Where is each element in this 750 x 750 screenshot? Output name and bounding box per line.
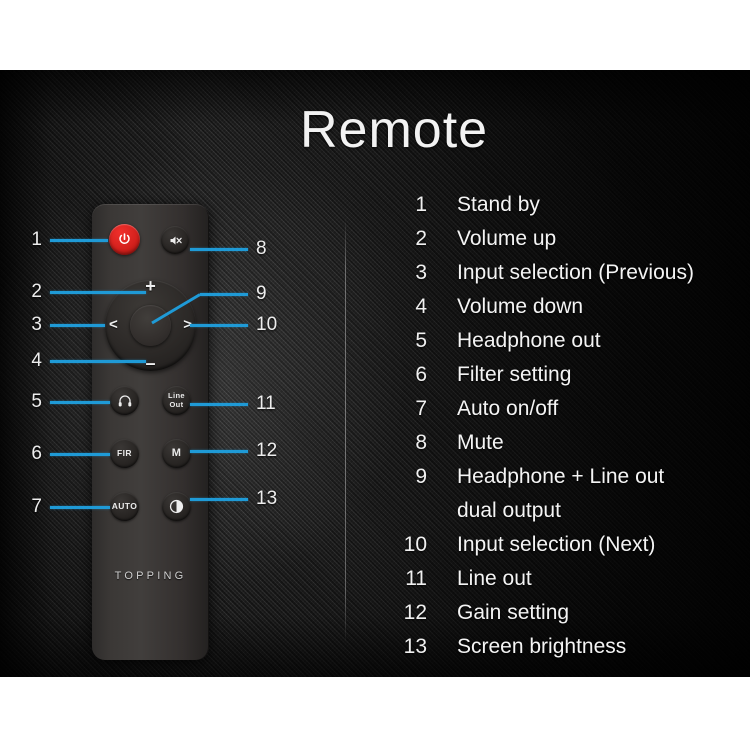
legend-label: Screen brightness [457, 635, 627, 658]
legend-number: 9 [415, 465, 427, 488]
brand-logo: TOPPING [114, 570, 187, 582]
headphone-button[interactable] [110, 386, 139, 415]
legend-item: 13 Screen brightness [385, 635, 745, 669]
line-out-label-out: Out [169, 399, 184, 409]
callout-line-11 [190, 403, 248, 406]
callout-line-7 [50, 506, 110, 509]
callout-line-10 [190, 324, 248, 327]
auto-button[interactable]: AUTO [110, 492, 139, 521]
legend-label: Headphone out [457, 329, 601, 352]
gain-label: M [171, 447, 182, 459]
callout-number-5: 5 [31, 391, 42, 412]
legend-number: 4 [415, 295, 427, 318]
callout-line-12 [190, 450, 248, 453]
filter-label: FIR [117, 448, 132, 458]
remote-control-body: + – < > Line Out FIR M AUTO TOPPING [92, 204, 209, 660]
callout-number-9: 9 [256, 283, 267, 304]
legend-label: Mute [457, 431, 504, 454]
legend-item-continuation: dual output [385, 499, 745, 533]
legend-label: Filter setting [457, 363, 572, 386]
legend-number: 8 [415, 431, 427, 454]
legend-list: 1 Stand by 2 Volume up 3 Input selection… [385, 193, 745, 669]
gain-button[interactable]: M [162, 439, 191, 468]
legend-item: 8 Mute [385, 431, 745, 465]
callout-line-1 [50, 239, 108, 242]
legend-number: 12 [403, 601, 427, 624]
dpad-center-button[interactable] [130, 305, 171, 346]
callout-number-6: 6 [31, 443, 42, 464]
legend-label: Input selection (Previous) [457, 261, 694, 284]
legend-number: 13 [403, 635, 427, 658]
callout-number-2: 2 [31, 281, 42, 302]
legend-item: 2 Volume up [385, 227, 745, 261]
vertical-divider [345, 218, 346, 643]
legend-label: dual output [457, 499, 561, 522]
callout-line-4 [50, 360, 146, 363]
legend-number: 10 [403, 533, 427, 556]
callout-line-6 [50, 453, 110, 456]
callout-line-2 [50, 291, 146, 294]
callout-number-4: 4 [31, 350, 42, 371]
brightness-button[interactable] [162, 492, 191, 521]
callout-number-8: 8 [256, 238, 267, 259]
legend-item: 6 Filter setting [385, 363, 745, 397]
legend-label: Line out [457, 567, 532, 590]
legend-number: 6 [415, 363, 427, 386]
power-button[interactable] [109, 224, 140, 255]
mute-button[interactable] [161, 226, 189, 254]
line-out-button[interactable]: Line Out [162, 386, 191, 415]
legend-number: 7 [415, 397, 427, 420]
legend-label: Headphone + Line out [457, 465, 665, 488]
legend-item: 5 Headphone out [385, 329, 745, 363]
legend-label: Gain setting [457, 601, 570, 624]
input-prev-label: < [109, 316, 118, 333]
legend-label: Auto on/off [457, 397, 559, 420]
headphone-icon [118, 394, 131, 406]
callout-line-8 [190, 248, 248, 251]
callout-line-13 [190, 498, 248, 501]
filter-button[interactable]: FIR [110, 439, 139, 468]
screenshot-root: Remote + – < > Line Out FIR M AUTO TOPPI… [0, 0, 750, 750]
callout-line-3 [50, 324, 105, 327]
callout-number-1: 1 [31, 229, 42, 250]
callout-number-7: 7 [31, 496, 42, 517]
legend-item: 4 Volume down [385, 295, 745, 329]
mute-icon [170, 235, 182, 245]
legend-item: 12 Gain setting [385, 601, 745, 635]
legend-item: 9 Headphone + Line out [385, 465, 745, 499]
legend-number: 2 [415, 227, 427, 250]
legend-item: 10 Input selection (Next) [385, 533, 745, 567]
legend-label: Stand by [457, 193, 540, 216]
legend-item: 1 Stand by [385, 193, 745, 227]
power-icon [119, 233, 130, 244]
legend-label: Input selection (Next) [457, 533, 656, 556]
page-title: Remote [300, 101, 489, 159]
legend-number: 1 [415, 193, 427, 216]
volume-down-label: – [145, 353, 156, 373]
legend-number: 3 [415, 261, 427, 284]
legend-label: Volume down [457, 295, 584, 318]
brightness-icon [169, 499, 184, 514]
callout-number-3: 3 [31, 314, 42, 335]
legend-label: Volume up [457, 227, 557, 250]
callout-number-11: 11 [256, 393, 276, 414]
legend-item: 7 Auto on/off [385, 397, 745, 431]
legend-item: 11 Line out [385, 567, 745, 601]
callout-line-5 [50, 401, 110, 404]
callout-number-10: 10 [256, 314, 278, 335]
auto-label: AUTO [111, 501, 138, 511]
callout-line-9 [200, 293, 248, 296]
legend-number: 5 [415, 329, 427, 352]
legend-item: 3 Input selection (Previous) [385, 261, 745, 295]
callout-number-13: 13 [256, 488, 278, 509]
callout-number-12: 12 [256, 440, 278, 461]
legend-number: 11 [405, 567, 427, 590]
